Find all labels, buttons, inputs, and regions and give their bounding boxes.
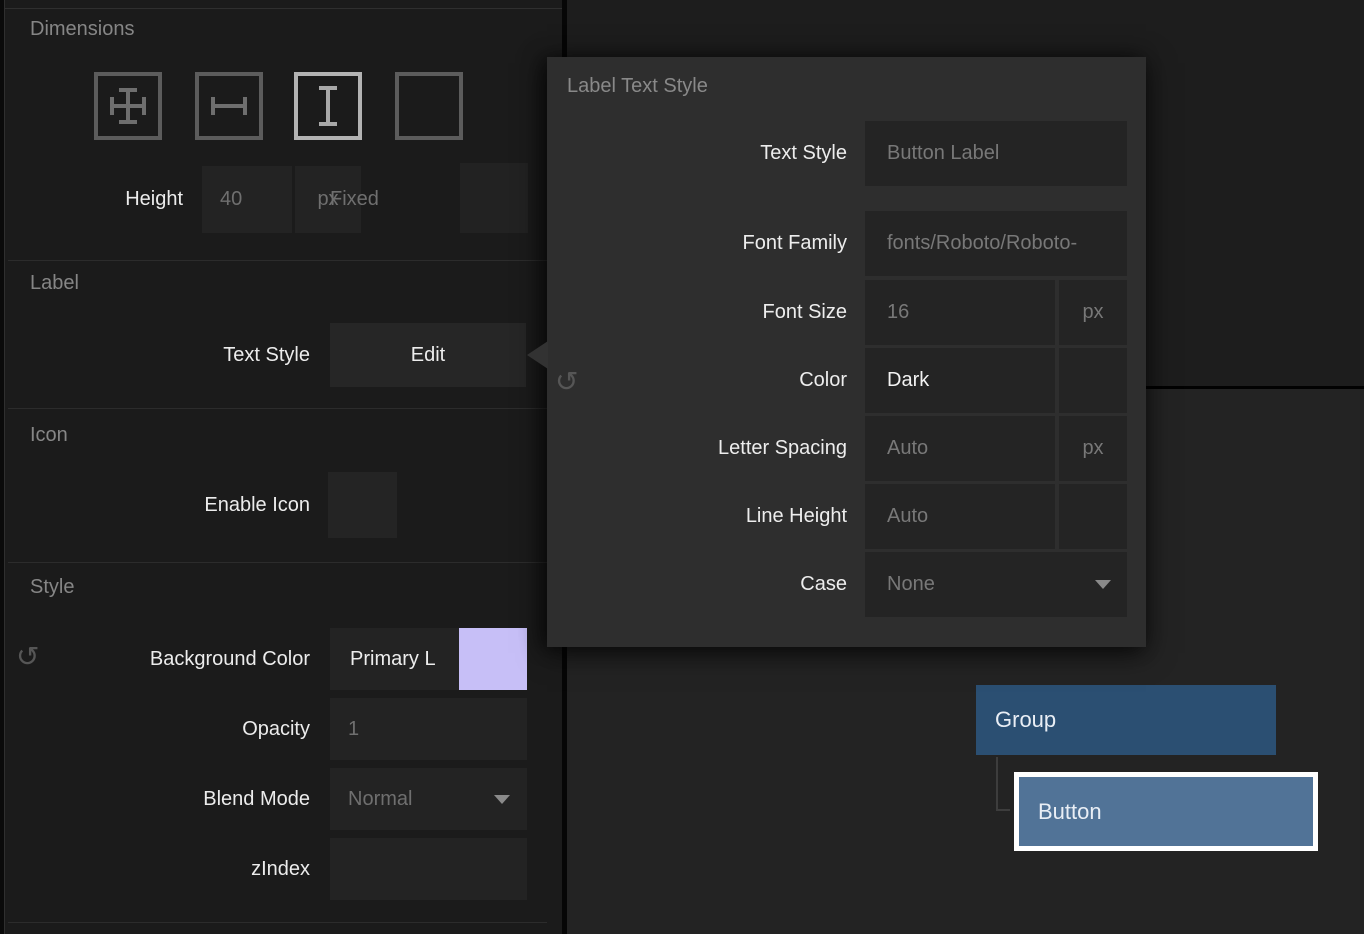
size-height-glyph [309, 83, 347, 129]
enable-icon-label: Enable Icon [100, 472, 310, 538]
size-width-and-height-icon[interactable] [94, 72, 162, 140]
popup-font-size-label: Font Size [547, 280, 847, 345]
popup-line-height-label: Line Height [547, 484, 847, 549]
size-width-and-height-glyph [109, 83, 147, 129]
zindex-label: zIndex [100, 838, 310, 900]
popup-font-size-unit[interactable]: px [1059, 280, 1127, 345]
icon-section-title: Icon [30, 424, 68, 447]
enable-icon-checkbox[interactable] [328, 472, 397, 538]
size-width-icon[interactable] [195, 72, 263, 140]
popup-color-unit[interactable] [1059, 348, 1127, 413]
popup-case-select[interactable]: None [865, 552, 1127, 617]
opacity-label: Opacity [100, 698, 310, 760]
dimensions-section-title: Dimensions [30, 18, 134, 41]
chevron-down-icon[interactable] [1095, 580, 1111, 589]
panel-left-border [4, 0, 5, 934]
opacity-input[interactable]: 1 [330, 698, 527, 760]
popup-font-family-label: Font Family [547, 211, 847, 276]
popup-font-family-input[interactable]: fonts/Roboto/Roboto- [865, 211, 1127, 276]
background-color-label: Background Color [60, 628, 310, 690]
size-height-icon[interactable] [294, 72, 362, 140]
button-node-label: Button [1038, 799, 1102, 825]
popup-color-label: Color [547, 348, 847, 413]
popup-font-size-input[interactable]: 16 [865, 280, 1055, 345]
text-style-edit-button[interactable]: Edit [330, 323, 526, 387]
section-divider [8, 260, 547, 261]
tree-connector-vertical [996, 757, 998, 811]
blend-mode-caret-wrap [480, 768, 510, 830]
tree-node-group[interactable]: Group [976, 685, 1276, 755]
section-divider [8, 922, 547, 923]
zindex-input[interactable] [330, 838, 527, 900]
popup-case-label: Case [547, 552, 847, 617]
popup-line-height-input[interactable]: Auto [865, 484, 1055, 549]
height-label: Height [60, 166, 183, 233]
reset-background-color-icon[interactable]: ↺ [16, 643, 39, 671]
section-divider [8, 562, 547, 563]
popup-letter-spacing-label: Letter Spacing [547, 416, 847, 481]
popup-letter-spacing-input[interactable]: Auto [865, 416, 1055, 481]
label-section-title: Label [30, 272, 79, 295]
tree-connector-horizontal [996, 809, 1010, 811]
style-section-title: Style [30, 576, 74, 599]
properties-panel: Dimensions Height 40 px Fixed Label [0, 0, 562, 934]
chevron-down-icon[interactable] [494, 795, 510, 804]
blend-mode-label: Blend Mode [100, 768, 310, 830]
popup-text-style-label: Text Style [547, 121, 847, 186]
group-node-label: Group [995, 707, 1056, 733]
size-none-icon[interactable] [395, 72, 463, 140]
label-text-style-popup: Label Text Style ↺ Text Style Button Lab… [547, 57, 1146, 647]
section-divider [8, 408, 547, 409]
text-style-label: Text Style [100, 323, 310, 387]
popup-beak [527, 341, 548, 369]
app-window: Group Button Dimensions [0, 0, 1364, 934]
background-color-value[interactable]: Primary L [330, 628, 459, 690]
size-width-glyph [210, 83, 248, 129]
popup-line-height-unit[interactable] [1059, 484, 1127, 549]
section-top-divider [5, 8, 562, 9]
popup-text-style-input[interactable]: Button Label [865, 121, 1127, 186]
fixed-checkbox[interactable] [460, 163, 528, 233]
popup-letter-spacing-unit[interactable]: px [1059, 416, 1127, 481]
fixed-label: Fixed [330, 166, 440, 233]
popup-color-input[interactable]: Dark [865, 348, 1055, 413]
height-input[interactable]: 40 [202, 166, 292, 233]
size-none-glyph [410, 83, 448, 129]
background-color-swatch[interactable] [459, 628, 527, 690]
tree-node-button-selected[interactable]: Button [1014, 772, 1318, 851]
popup-title: Label Text Style [567, 75, 708, 98]
